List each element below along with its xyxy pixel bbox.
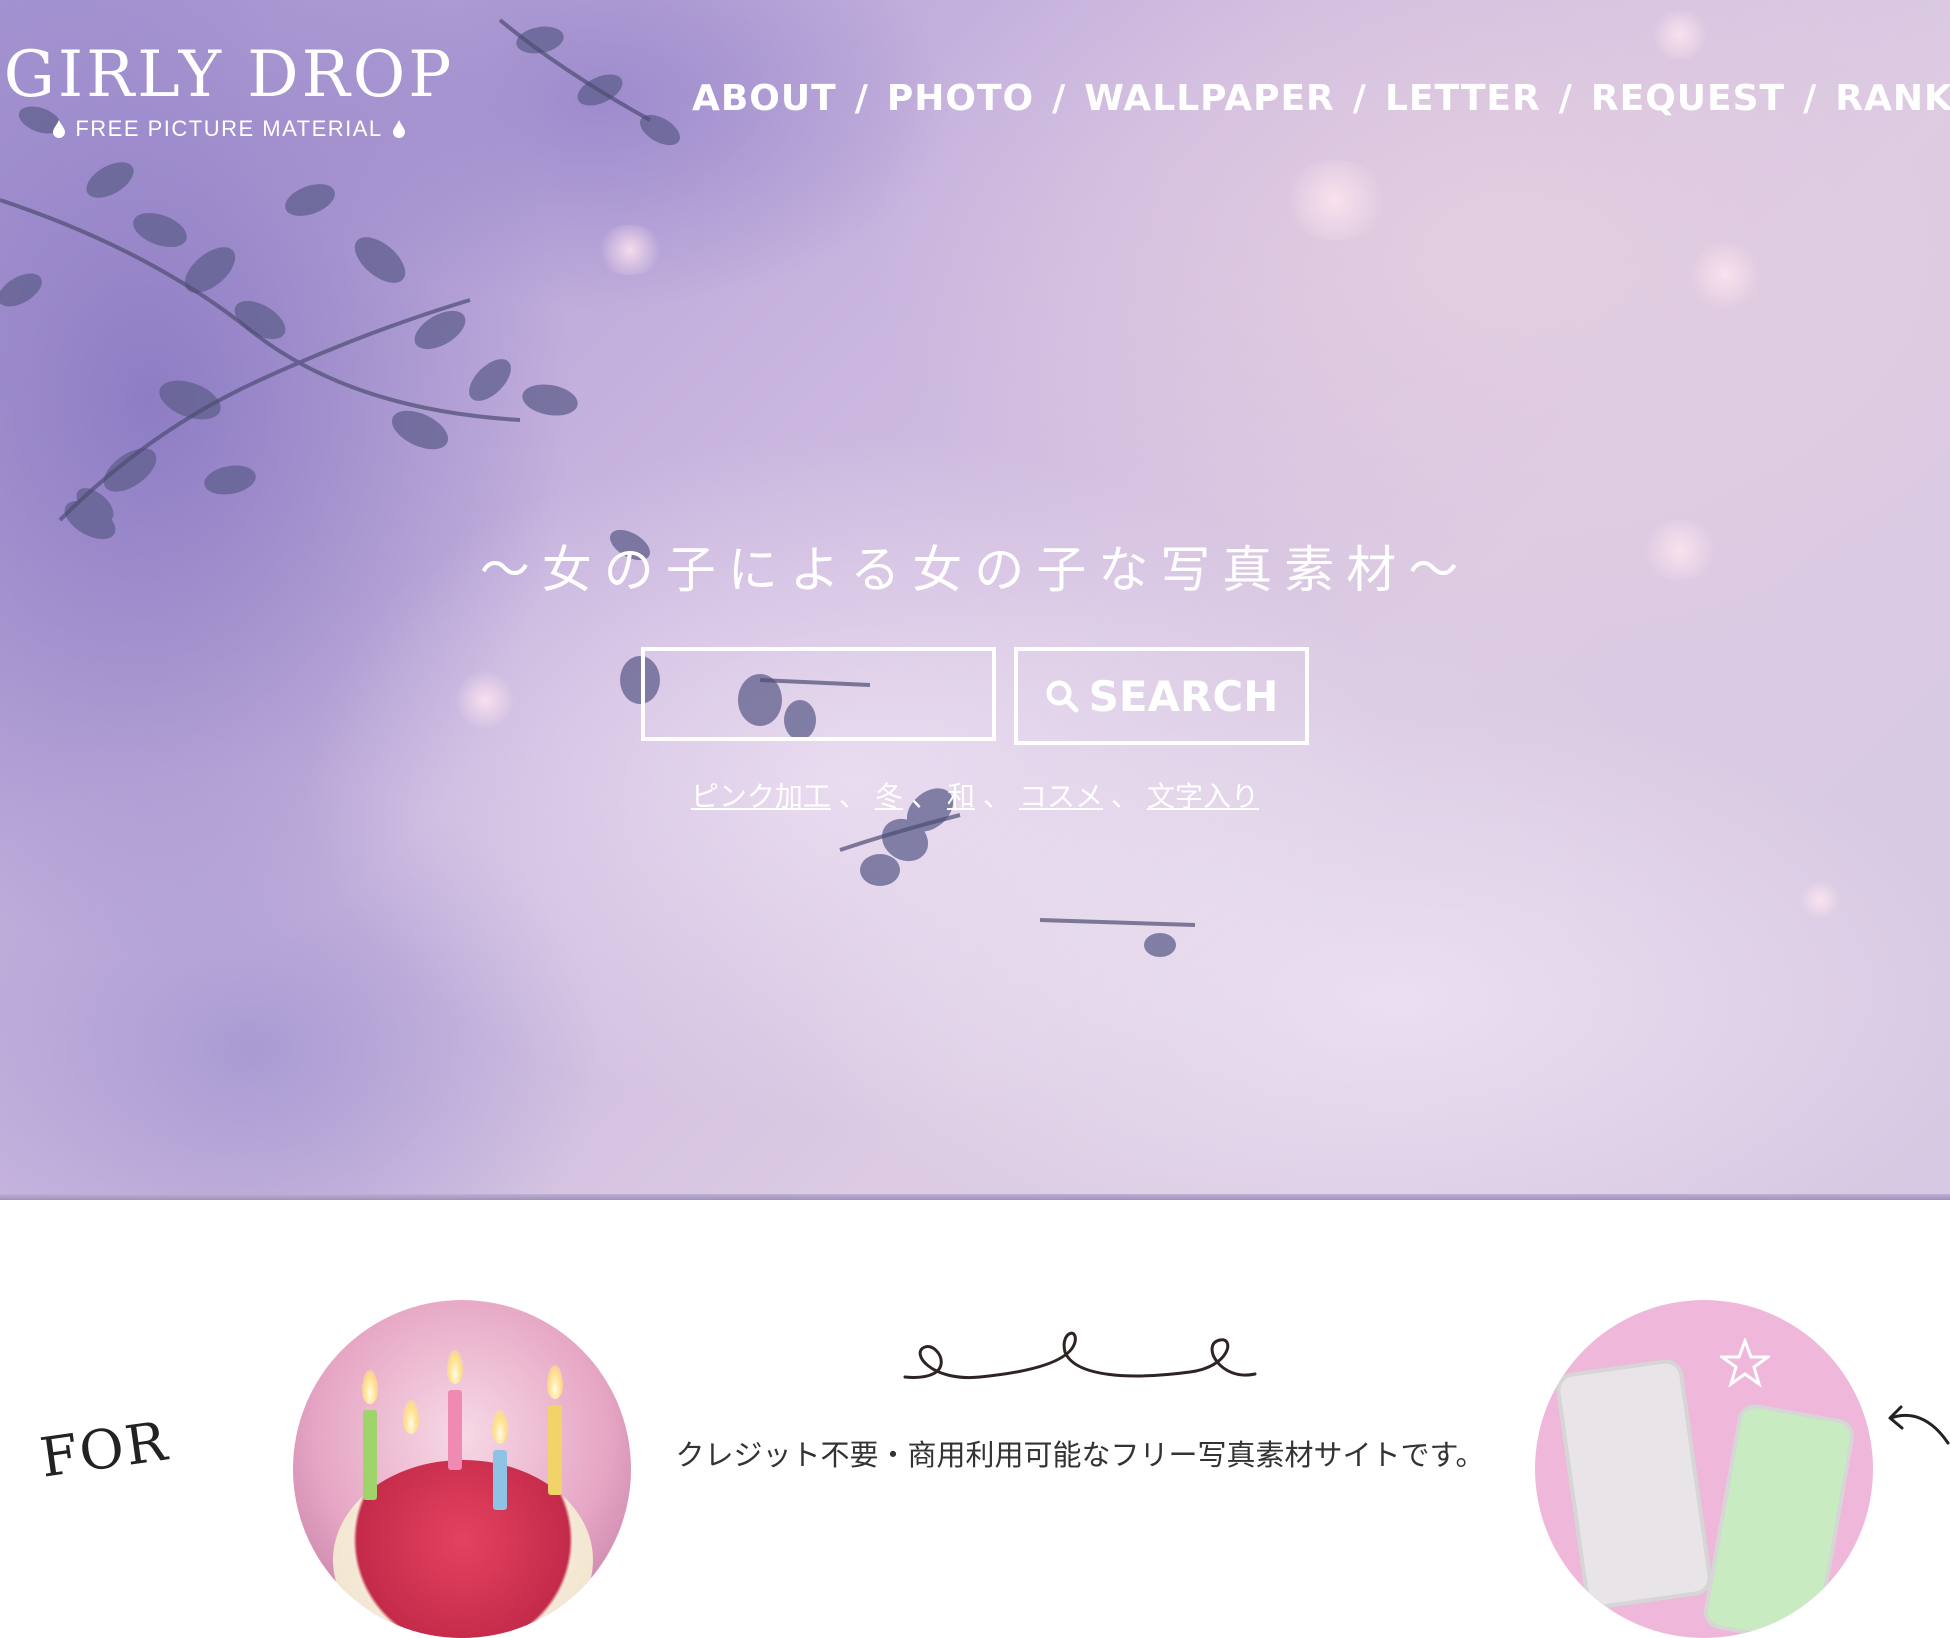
candle-flame [362,1370,378,1404]
keyword-separator: 、 [1111,781,1140,812]
nav-separator: / [1052,78,1067,119]
popular-keywords: ピンク加工、冬、和、コスメ、文字入り [0,775,1950,815]
nav-request[interactable]: REQUEST [1591,78,1785,119]
nav-about[interactable]: ABOUT [692,78,837,119]
hero-bottom-edge [0,1194,1950,1200]
hero-section: GIRLY DROP FREE PICTURE MATERIAL ABOUT /… [0,0,1950,1200]
nav-separator: / [854,78,869,119]
nav-photo[interactable]: PHOTO [887,78,1034,119]
keyword-link[interactable]: 和 [947,781,975,812]
nav-letter[interactable]: LETTER [1385,78,1541,119]
keyword-separator: 、 [838,781,867,812]
search-input[interactable] [641,647,996,741]
keyword-link[interactable]: ピンク加工 [691,781,831,812]
swirl-ornament [903,1331,1257,1380]
nav-separator: / [1352,78,1367,119]
search-icon [1046,680,1079,713]
phone-shape [1554,1357,1714,1611]
phone-shape [1701,1401,1857,1638]
nav-ranking[interactable]: RANKING [1835,78,1950,119]
keyword-link[interactable]: 文字入り [1147,781,1259,812]
keyword-link[interactable]: コスメ [1019,781,1103,812]
nav-separator: / [1803,78,1818,119]
nav-wallpaper[interactable]: WALLPAPER [1084,78,1334,119]
site-logo[interactable]: GIRLY DROP FREE PICTURE MATERIAL [0,38,464,142]
keyword-separator: 、 [910,781,939,812]
search-button-label: SEARCH [1088,671,1279,721]
logo-subtitle-row: FREE PICTURE MATERIAL [0,116,464,142]
drop-icon [392,120,405,138]
candle-flame [403,1400,419,1434]
keyword-separator: 、 [983,781,1012,812]
drop-icon [53,120,66,138]
logo-subtitle: FREE PICTURE MATERIAL [75,116,383,141]
nav-separator: / [1558,78,1573,119]
candle-flame [447,1350,463,1384]
main-nav: ABOUT / PHOTO / WALLPAPER / LETTER / REQ… [692,78,1950,119]
hero-tagline: ～女の子による女の子な写真素材～ [479,541,1471,599]
logo-title: GIRLY DROP [3,38,455,112]
smartphone-wallpaper-photo[interactable] [1535,1300,1873,1638]
keyword-link[interactable]: 冬 [875,781,903,812]
candle-flame [547,1365,563,1399]
curved-arrow-icon [1888,1405,1950,1445]
search-button[interactable]: SEARCH [1014,647,1309,745]
star-doodle-icon [1720,1338,1770,1388]
